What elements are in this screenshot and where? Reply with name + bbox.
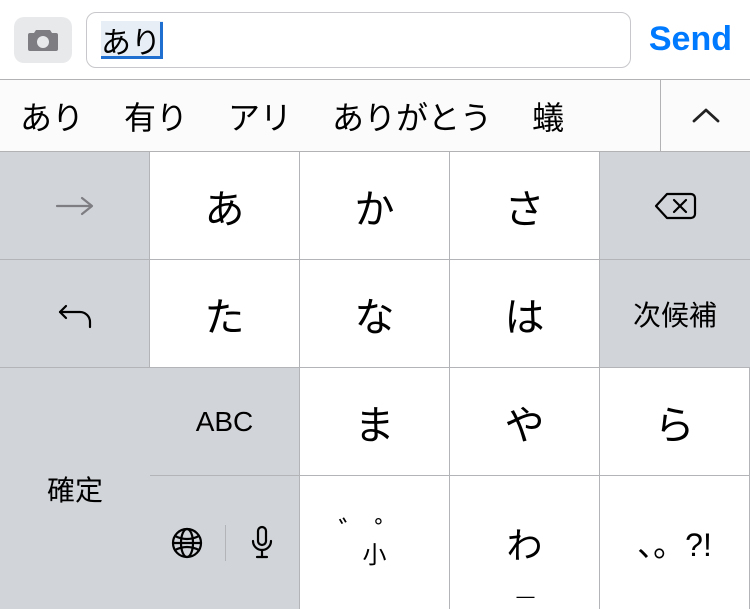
text-caret <box>160 22 163 58</box>
compose-row: あり Send <box>0 0 750 80</box>
confirm-key[interactable]: 確定 <box>0 368 150 609</box>
dictation-key[interactable] <box>225 525 300 561</box>
backspace-icon <box>653 191 697 221</box>
key-wa[interactable]: わ — <box>450 476 600 609</box>
dakuten-small: 小 <box>363 544 387 568</box>
camera-icon <box>26 27 60 53</box>
key-dakuten[interactable]: ゛゜ 小 <box>300 476 450 609</box>
arrow-right-icon <box>54 195 96 217</box>
backspace-key[interactable] <box>600 152 750 260</box>
candidate-0[interactable]: あり <box>0 93 104 139</box>
globe-key[interactable] <box>150 526 225 560</box>
globe-mic-cell <box>150 476 300 609</box>
key-ha[interactable]: は <box>450 260 600 368</box>
key-ka[interactable]: か <box>300 152 450 260</box>
key-a[interactable]: あ <box>150 152 300 260</box>
key-wa-label: わ <box>506 517 542 569</box>
key-wa-underline: — <box>517 586 533 607</box>
undo-key[interactable] <box>0 260 150 368</box>
candidate-bar: あり 有り アリ ありがとう 蟻 <box>0 80 750 152</box>
chevron-up-icon <box>692 107 720 125</box>
undo-icon <box>56 297 94 331</box>
key-sa[interactable]: さ <box>450 152 600 260</box>
key-ma[interactable]: ま <box>300 368 450 476</box>
send-button[interactable]: Send <box>645 20 736 59</box>
candidate-1[interactable]: 有り <box>104 93 208 139</box>
key-ya[interactable]: や <box>450 368 600 476</box>
key-na[interactable]: な <box>300 260 450 368</box>
kana-keyboard: あ か さ た な は 次候補 ABC ま や ら 確定 <box>0 152 750 609</box>
next-field-key[interactable] <box>0 152 150 260</box>
message-input[interactable]: あり <box>86 12 631 68</box>
candidate-2[interactable]: アリ <box>208 93 312 139</box>
next-candidate-key[interactable]: 次候補 <box>600 260 750 368</box>
key-punct[interactable]: 、。?! <box>600 476 750 609</box>
abc-mode-key[interactable]: ABC <box>150 368 300 476</box>
key-ta[interactable]: た <box>150 260 300 368</box>
candidate-3[interactable]: ありがとう <box>312 93 512 139</box>
camera-button[interactable] <box>14 17 72 63</box>
input-text: あり <box>101 18 161 62</box>
globe-icon <box>170 526 204 560</box>
key-ra[interactable]: ら <box>600 368 750 476</box>
candidate-4[interactable]: 蟻 <box>512 93 584 139</box>
expand-candidates-button[interactable] <box>660 80 750 151</box>
microphone-icon <box>250 525 274 561</box>
